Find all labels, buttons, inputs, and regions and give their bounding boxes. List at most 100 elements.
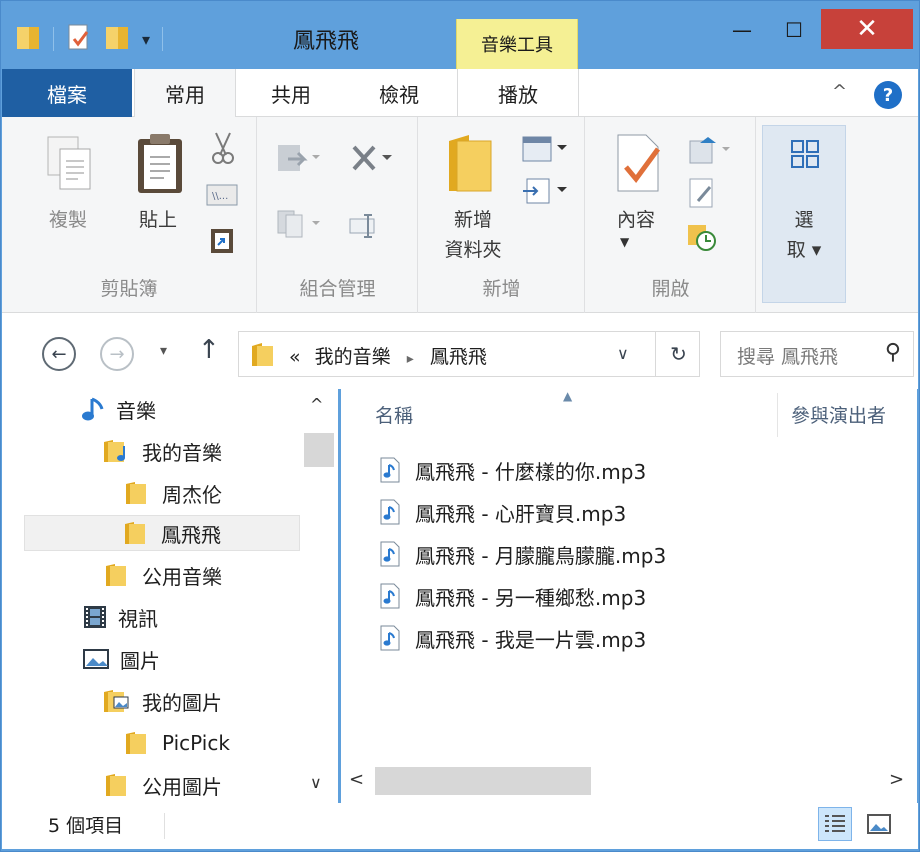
- forward-button[interactable]: →: [100, 337, 134, 371]
- search-icon[interactable]: ⚲: [885, 340, 901, 365]
- file-row[interactable]: 鳳飛飛 - 另一種鄉愁.mp3: [379, 577, 646, 615]
- nav-pane-scrollbar[interactable]: ^ ∨: [302, 389, 336, 803]
- move-to-icon[interactable]: [276, 141, 322, 179]
- scroll-right-icon[interactable]: >: [889, 769, 904, 790]
- organize-group: 組合管理: [258, 117, 418, 313]
- file-name: 鳳飛飛 - 月朦朧鳥朦朧.mp3: [415, 543, 667, 568]
- delete-icon[interactable]: [350, 143, 394, 177]
- edit-icon[interactable]: [686, 177, 720, 213]
- close-button[interactable]: ✕: [821, 9, 913, 49]
- scroll-left-icon[interactable]: <: [349, 769, 364, 790]
- breadcrumb-overflow[interactable]: «: [289, 346, 301, 368]
- file-row[interactable]: 鳳飛飛 - 什麼樣的你.mp3: [379, 451, 646, 489]
- ribbon-tabs: 檔案 常用 共用 檢視 播放 ^ ?: [2, 69, 918, 118]
- file-row[interactable]: 鳳飛飛 - 月朦朧鳥朦朧.mp3: [379, 535, 666, 573]
- address-row: ← → ▾ ↑ « 我的音樂 ▸ 鳳飛飛 ∨ ↻ 搜尋 鳳飛飛 ⚲: [2, 313, 918, 389]
- toolbar-divider: [162, 27, 164, 51]
- file-row[interactable]: 鳳飛飛 - 我是一片雲.mp3: [379, 619, 646, 657]
- nav-item-public-music[interactable]: 公用音樂: [102, 557, 222, 593]
- tab-home[interactable]: 常用: [134, 69, 236, 118]
- copy-to-icon[interactable]: [276, 207, 322, 245]
- tab-play[interactable]: 播放: [457, 69, 579, 117]
- audio-file-icon: [379, 540, 401, 568]
- collapse-ribbon-icon[interactable]: ^: [832, 81, 847, 102]
- svg-text:\\...: \\...: [212, 191, 228, 202]
- new-folder-icon[interactable]: [104, 23, 130, 55]
- nav-item-picpick[interactable]: PicPick: [122, 725, 230, 761]
- details-view-icon: [825, 815, 845, 832]
- rename-icon[interactable]: [348, 213, 382, 243]
- nav-item-my-pictures[interactable]: 我的圖片: [102, 683, 222, 719]
- tab-share[interactable]: 共用: [246, 69, 336, 117]
- music-library-folder-icon: [102, 438, 132, 464]
- nav-item-music[interactable]: 音樂: [82, 391, 156, 427]
- scroll-down-icon[interactable]: ∨: [310, 773, 322, 792]
- music-note-icon: [82, 396, 106, 422]
- nav-item-public-pictures[interactable]: 公用圖片: [102, 767, 222, 803]
- properties-icon[interactable]: [66, 23, 92, 55]
- address-bar[interactable]: « 我的音樂 ▸ 鳳飛飛 ∨ ↻: [238, 331, 700, 377]
- nav-item-my-music[interactable]: 我的音樂: [102, 433, 222, 469]
- breadcrumb-separator[interactable]: ▸: [407, 351, 414, 367]
- back-button[interactable]: ←: [42, 337, 76, 371]
- search-box[interactable]: 搜尋 鳳飛飛 ⚲: [720, 331, 914, 377]
- nav-item-label: 公用圖片: [142, 774, 222, 799]
- tab-view[interactable]: 檢視: [354, 69, 444, 117]
- folder-icon[interactable]: [15, 23, 41, 55]
- minimize-button[interactable]: —: [719, 11, 765, 49]
- nav-item-label: 公用音樂: [142, 564, 222, 589]
- new-item-icon[interactable]: [519, 131, 569, 169]
- refresh-button[interactable]: ↻: [655, 332, 701, 376]
- nav-item-pictures[interactable]: 圖片: [82, 641, 160, 677]
- picture-library-folder-icon: [102, 688, 132, 714]
- paste-button[interactable]: 貼上: [126, 205, 190, 235]
- paste-icon[interactable]: [130, 131, 190, 201]
- up-button[interactable]: ↑: [198, 335, 220, 365]
- properties-dropdown-icon[interactable]: ▼: [620, 235, 629, 249]
- help-icon[interactable]: ?: [874, 81, 902, 109]
- address-history-dropdown[interactable]: ∨: [617, 344, 629, 363]
- select-button[interactable]: 選 取 ▾: [766, 205, 842, 265]
- nav-item-videos[interactable]: 視訊: [82, 599, 158, 635]
- column-header-name[interactable]: 名稱: [375, 401, 413, 428]
- details-view-button[interactable]: [818, 807, 852, 841]
- file-name: 鳳飛飛 - 心肝寶貝.mp3: [415, 501, 627, 526]
- select-grid-icon[interactable]: [790, 139, 820, 173]
- nav-item-label: PicPick: [162, 731, 230, 755]
- new-group-label: 新增: [482, 278, 521, 300]
- new-group: 新增 資料夾 新增: [419, 117, 585, 313]
- maximize-button[interactable]: ☐: [771, 11, 817, 49]
- file-name: 鳳飛飛 - 另一種鄉愁.mp3: [415, 585, 647, 610]
- cut-icon[interactable]: [208, 131, 238, 169]
- easy-access-icon[interactable]: [519, 173, 569, 211]
- copy-path-icon[interactable]: \\...: [206, 183, 238, 211]
- sort-ascending-icon: ▲: [563, 389, 573, 403]
- properties-button[interactable]: 內容: [600, 205, 672, 235]
- breadcrumb-current[interactable]: 鳳飛飛: [430, 346, 487, 368]
- tab-file[interactable]: 檔案: [2, 69, 132, 117]
- history-icon[interactable]: [686, 221, 720, 257]
- scroll-thumb[interactable]: [304, 433, 334, 467]
- column-divider[interactable]: [777, 393, 778, 437]
- breadcrumb-my-music[interactable]: 我的音樂: [315, 346, 391, 368]
- large-icons-view-button[interactable]: [862, 807, 896, 841]
- properties-icon[interactable]: [612, 131, 668, 199]
- open-group: 內容 ▼ 開啟: [586, 117, 756, 313]
- scroll-thumb[interactable]: [375, 767, 591, 795]
- file-list-scrollbar[interactable]: < >: [341, 763, 917, 799]
- open-icon[interactable]: [686, 133, 732, 171]
- search-placeholder[interactable]: 搜尋 鳳飛飛: [737, 342, 838, 369]
- column-header-artist[interactable]: 參與演出者: [791, 401, 886, 428]
- recent-locations-dropdown[interactable]: ▾: [160, 343, 167, 359]
- copy-icon[interactable]: [42, 133, 98, 197]
- new-folder-button[interactable]: 新增 資料夾: [425, 205, 521, 265]
- file-row[interactable]: 鳳飛飛 - 心肝寶貝.mp3: [379, 493, 626, 531]
- navigation-pane: 音樂 我的音樂 周杰伦 鳳飛飛 公用音樂 視訊 圖片 我的圖片 PicPick …: [2, 389, 338, 803]
- nav-item-jay-chou[interactable]: 周杰伦: [122, 475, 222, 511]
- copy-button[interactable]: 複製: [36, 205, 100, 235]
- new-folder-icon[interactable]: [445, 131, 497, 199]
- paste-shortcut-icon[interactable]: [208, 225, 236, 259]
- customize-toolbar-dropdown[interactable]: ▾: [142, 30, 150, 49]
- scroll-up-icon[interactable]: ^: [310, 395, 323, 414]
- nav-item-feng-fei-fei[interactable]: 鳳飛飛: [24, 515, 300, 551]
